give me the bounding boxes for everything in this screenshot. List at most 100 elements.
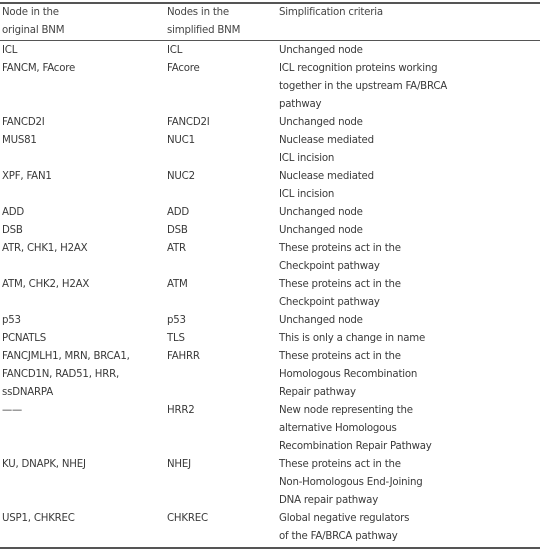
cell-text-line: ICL incision: [279, 153, 335, 164]
table-header-row: Node in the original BNM Nodes in the simp…: [0, 4, 540, 40]
cell-simplified-node: FANCD2I: [167, 114, 279, 132]
cell-text-line: These proteins act in the: [279, 351, 401, 362]
cell-text-line: ICL incision: [279, 189, 335, 200]
cell-text-line: p53: [167, 315, 186, 326]
cell-text-line: Non-Homologous End-Joining: [279, 477, 423, 488]
cell-original-nodes: DSB: [0, 222, 167, 240]
cell-text-line: ATR, CHK1, H2AX: [2, 243, 88, 254]
cell-text-line: ssDNARPA: [2, 387, 53, 398]
cell-text-line: NUC1: [167, 135, 195, 146]
cell-text-line: together in the upstream FA/BRCA: [279, 81, 448, 92]
cell-simplification-criteria: Unchanged node: [279, 222, 539, 240]
table-row: FANCD2I FANCD2I Unchanged node: [0, 114, 540, 132]
cell-text-line: DNA repair pathway: [279, 495, 379, 506]
cell-simplification-criteria: These proteins act in the Checkpoint path…: [279, 240, 539, 276]
cell-original-nodes: XPF, FAN1: [0, 168, 167, 204]
cell-text-line: PCNATLS: [2, 333, 47, 344]
table-row: ADD ADD Unchanged node: [0, 204, 540, 222]
cell-original-nodes: FANCM, FAcore: [0, 60, 167, 114]
cell-text-line: pathway: [279, 99, 322, 110]
cell-simplification-criteria: These proteins act in the Non-Homologous …: [279, 456, 539, 510]
cell-text-line: alternative Homologous: [279, 423, 397, 434]
cell-original-nodes: MUS81: [0, 132, 167, 168]
cell-text-line: These proteins act in the: [279, 279, 401, 290]
table-row: USP1, CHKREC CHKREC Global negative regula…: [0, 510, 540, 546]
cell-simplified-node: FAcore: [167, 60, 279, 114]
header-simplified-bnm: Nodes in the simplified BNM: [167, 4, 279, 40]
cell-original-nodes: FANCJMLH1, MRN, BRCA1, FANCD1N, RAD51, HR…: [0, 348, 167, 402]
cell-simplified-node: DSB: [167, 222, 279, 240]
cell-simplified-node: p53: [167, 312, 279, 330]
cell-simplification-criteria: Unchanged node: [279, 204, 539, 222]
cell-original-nodes: FANCD2I: [0, 114, 167, 132]
cell-simplified-node: NUC1: [167, 132, 279, 168]
cell-text-line: simplified BNM: [167, 25, 241, 36]
table-row: KU, DNAPK, NHEJ NHEJ These proteins act in…: [0, 456, 540, 510]
cell-original-nodes: ADD: [0, 204, 167, 222]
cell-text-line: FANCD1N, RAD51, HRR,: [2, 369, 120, 380]
cell-text-line: Unchanged node: [279, 207, 363, 218]
cell-text-line: Repair pathway: [279, 387, 356, 398]
table-row: p53 p53 Unchanged node: [0, 312, 540, 330]
cell-original-nodes: ——: [0, 402, 167, 456]
table-row: ATM, CHK2, H2AX ATM These proteins act in …: [0, 276, 540, 312]
cell-simplification-criteria: These proteins act in the Homologous Reco…: [279, 348, 539, 402]
cell-simplification-criteria: These proteins act in the Checkpoint path…: [279, 276, 539, 312]
cell-text-line: ICL: [167, 45, 183, 56]
header-simplification-criteria: Simplification criteria: [279, 4, 539, 40]
cell-simplification-criteria: Unchanged node: [279, 42, 539, 60]
cell-text-line: CHKREC: [167, 513, 208, 524]
cell-original-nodes: KU, DNAPK, NHEJ: [0, 456, 167, 510]
cell-simplification-criteria: Nuclease mediated ICL incision: [279, 168, 539, 204]
cell-simplification-criteria: This is only a change in name: [279, 330, 539, 348]
cell-text-line: ICL: [2, 45, 18, 56]
table-row: MUS81 NUC1 Nuclease mediated ICL incision: [0, 132, 540, 168]
cell-text-line: MUS81: [2, 135, 37, 146]
cell-text-line: Nuclease mediated: [279, 171, 374, 182]
cell-text-line: Unchanged node: [279, 45, 363, 56]
cell-text-line: TLS: [167, 333, 185, 344]
table-body: ICL ICL Unchanged node FANCM, FAcore FAcore I…: [0, 41, 540, 547]
cell-text-line: NUC2: [167, 171, 195, 182]
cell-simplified-node: ATM: [167, 276, 279, 312]
cell-text-line: Checkpoint pathway: [279, 297, 380, 308]
cell-text-line: ATM: [167, 279, 188, 290]
cell-original-nodes: ICL: [0, 42, 167, 60]
cell-text-line: FANCJMLH1, MRN, BRCA1,: [2, 351, 130, 362]
table-row: —— HRR2 New node representing the alternati…: [0, 402, 540, 456]
cell-text-line: Unchanged node: [279, 117, 363, 128]
cell-text-line: USP1, CHKREC: [2, 513, 75, 524]
cell-simplified-node: ICL: [167, 42, 279, 60]
table-row: PCNATLS TLS This is only a change in name: [0, 330, 540, 348]
cell-text-line: Node in the: [2, 7, 59, 18]
cell-text-line: FANCM, FAcore: [2, 63, 76, 74]
cell-text-line: HRR2: [167, 405, 195, 416]
cell-text-line: Global negative regulators: [279, 513, 410, 524]
cell-original-nodes: p53: [0, 312, 167, 330]
cell-text-line: DSB: [2, 225, 23, 236]
table-row: DSB DSB Unchanged node: [0, 222, 540, 240]
table-row: ATR, CHK1, H2AX ATR These proteins act in …: [0, 240, 540, 276]
table-row: FANCJMLH1, MRN, BRCA1, FANCD1N, RAD51, HR…: [0, 348, 540, 402]
cell-simplification-criteria: New node representing the alternative Hom…: [279, 402, 539, 456]
cell-text-line: ATM, CHK2, H2AX: [2, 279, 90, 290]
cell-original-nodes: ATM, CHK2, H2AX: [0, 276, 167, 312]
cell-text-line: ATR: [167, 243, 186, 254]
cell-text-line: p53: [2, 315, 21, 326]
cell-text-line: Simplification criteria: [279, 7, 383, 18]
cell-text-line: KU, DNAPK, NHEJ: [2, 459, 86, 470]
table-row: XPF, FAN1 NUC2 Nuclease mediated ICL incisi…: [0, 168, 540, 204]
cell-text-line: Nodes in the: [167, 7, 229, 18]
cell-simplification-criteria: Unchanged node: [279, 312, 539, 330]
cell-text-line: FANCD2I: [2, 117, 45, 128]
cell-original-nodes: PCNATLS: [0, 330, 167, 348]
cell-simplification-criteria: Unchanged node: [279, 114, 539, 132]
cell-text-line: NHEJ: [167, 459, 191, 470]
cell-text-line: Unchanged node: [279, 225, 363, 236]
cell-simplification-criteria: ICL recognition proteins working together…: [279, 60, 539, 114]
cell-original-nodes: ATR, CHK1, H2AX: [0, 240, 167, 276]
simplification-table: Node in the original BNM Nodes in the simp…: [0, 2, 540, 549]
cell-text-line: These proteins act in the: [279, 459, 401, 470]
cell-simplified-node: NUC2: [167, 168, 279, 204]
cell-simplified-node: HRR2: [167, 402, 279, 456]
